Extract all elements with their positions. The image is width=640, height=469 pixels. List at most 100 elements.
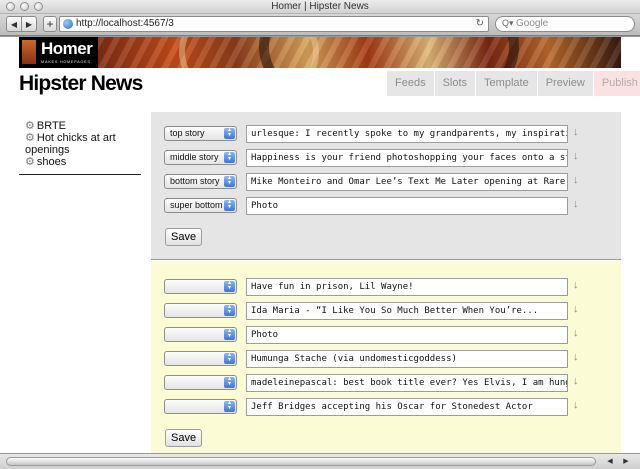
move-down-icon[interactable]: ↓ xyxy=(573,327,579,339)
add-bookmark-button[interactable]: + xyxy=(43,16,57,32)
tab-preview[interactable]: Preview xyxy=(536,71,593,96)
slot-select-value: middle story xyxy=(170,152,219,162)
window-title: Homer | Hipster News xyxy=(271,1,369,12)
slot-select-value: bottom story xyxy=(170,176,220,186)
move-down-icon[interactable]: ↓ xyxy=(573,174,579,186)
banner-decoration xyxy=(179,37,319,68)
select-arrows-icon: ▴ ▾ xyxy=(224,304,235,316)
select-arrows-icon: ▴ ▾ xyxy=(224,400,235,412)
scroll-left-icon[interactable]: ◀ xyxy=(604,456,616,467)
headline-field[interactable]: madeleinepascal: best book title ever? Y… xyxy=(246,374,568,392)
slot-select-value: top story xyxy=(170,128,205,138)
move-down-icon[interactable]: ↓ xyxy=(573,399,579,411)
header-banner: Homer MAKES HOMEPAGES xyxy=(19,37,621,68)
browser-toolbar: ◀ ▶ + http://localhost:4567/3 ↻ Q▾ Googl… xyxy=(0,14,640,36)
homer-logo[interactable]: Homer MAKES HOMEPAGES xyxy=(19,37,98,68)
headline-field[interactable]: urlesque: I recently spoke to my grandpa… xyxy=(246,125,568,143)
headline-field[interactable]: Photo xyxy=(246,326,568,344)
unassigned-stories-panel: ▴ ▾ Have fun in prison, Lil Wayne! ↓ ▴ ▾ I… xyxy=(151,261,621,453)
gear-icon: ⚙ xyxy=(25,156,35,168)
slot-select[interactable]: ▴ ▾ xyxy=(164,279,237,294)
headline-field[interactable]: Humunga Stache (via undomesticgoddess) xyxy=(246,350,568,368)
select-arrows-icon: ▴ ▾ xyxy=(224,151,235,163)
save-unassigned-button[interactable]: Save xyxy=(165,429,203,447)
back-button[interactable]: ◀ xyxy=(6,16,22,32)
sidebar-item-brte[interactable]: ⚙ BRTE xyxy=(25,120,141,132)
gear-icon: ⚙ xyxy=(25,120,35,132)
slot-select[interactable]: ▴ ▾ xyxy=(164,303,237,318)
horizontal-scrollbar[interactable]: ◀ ▶ xyxy=(0,453,640,469)
reload-icon[interactable]: ↻ xyxy=(476,18,484,29)
move-down-icon[interactable]: ↓ xyxy=(573,198,579,210)
sidebar-item-label: Hot chicks at art openings xyxy=(25,132,116,156)
slot-row: middle story ▴ ▾ Happiness is your friend … xyxy=(164,149,614,168)
search-placeholder: Google xyxy=(516,18,549,29)
tab-template[interactable]: Template xyxy=(475,71,537,96)
sidebar-item-label: BRTE xyxy=(36,120,67,132)
sidebar-item-hot-chicks[interactable]: ⚙ Hot chicks at art openings xyxy=(25,132,141,156)
slot-row: top story ▴ ▾ urlesque: I recently spoke t… xyxy=(164,125,614,144)
slot-row: super bottom ▴ ▾ Photo ↓ xyxy=(164,197,614,216)
select-arrows-icon: ▴ ▾ xyxy=(224,280,235,292)
headline-field[interactable]: Happiness is your friend photoshopping y… xyxy=(246,149,568,167)
main-nav: Feeds Slots Template Preview Publish xyxy=(386,71,640,96)
move-down-icon[interactable]: ↓ xyxy=(573,126,579,138)
story-row: ▴ ▾ madeleinepascal: best book title ever… xyxy=(164,374,614,393)
gear-icon: ⚙ xyxy=(25,132,35,144)
forward-button[interactable]: ▶ xyxy=(21,16,37,32)
select-arrows-icon: ▴ ▾ xyxy=(224,328,235,340)
move-down-icon[interactable]: ↓ xyxy=(573,375,579,387)
select-arrows-icon: ▴ ▾ xyxy=(224,352,235,364)
page-title: Hipster News xyxy=(19,72,143,95)
story-row: ▴ ▾ Photo ↓ xyxy=(164,326,614,345)
slot-row: bottom story ▴ ▾ Mike Monteiro and Omar Le… xyxy=(164,173,614,192)
story-row: ▴ ▾ Jeff Bridges accepting his Oscar for … xyxy=(164,398,614,417)
select-arrows-icon: ▴ ▾ xyxy=(224,199,235,211)
save-assigned-button[interactable]: Save xyxy=(165,228,203,246)
assigned-slots-panel: top story ▴ ▾ urlesque: I recently spoke t… xyxy=(151,112,621,260)
forward-icon: ▶ xyxy=(25,19,33,29)
slot-select[interactable]: super bottom ▴ ▾ xyxy=(164,198,237,213)
slot-select[interactable]: bottom story ▴ ▾ xyxy=(164,174,237,189)
tab-publish[interactable]: Publish xyxy=(592,71,640,96)
slot-select[interactable]: ▴ ▾ xyxy=(164,375,237,390)
address-text[interactable]: http://localhost:4567/3 xyxy=(76,18,174,29)
scrollbar-thumb[interactable] xyxy=(6,457,596,466)
tab-slots[interactable]: Slots xyxy=(433,71,476,96)
slot-select[interactable]: ▴ ▾ xyxy=(164,399,237,414)
select-arrows-icon: ▴ ▾ xyxy=(224,376,235,388)
move-down-icon[interactable]: ↓ xyxy=(573,279,579,291)
window-titlebar: Homer | Hipster News xyxy=(0,0,640,14)
page-content: Homer MAKES HOMEPAGES Hipster News Feeds… xyxy=(0,37,640,453)
story-row: ▴ ▾ Humunga Stache (via undomesticgoddess… xyxy=(164,350,614,369)
move-down-icon[interactable]: ↓ xyxy=(573,150,579,162)
plus-icon: + xyxy=(46,17,54,31)
tab-feeds[interactable]: Feeds xyxy=(386,71,434,96)
slot-select[interactable]: ▴ ▾ xyxy=(164,351,237,366)
select-arrows-icon: ▴ ▾ xyxy=(224,175,235,187)
logo-mark-icon xyxy=(22,40,36,64)
search-field[interactable]: Q▾ Google xyxy=(495,16,635,32)
headline-field[interactable]: Photo xyxy=(246,197,568,215)
slot-select[interactable]: ▴ ▾ xyxy=(164,327,237,342)
slot-select-value: super bottom xyxy=(170,200,223,210)
search-icon: Q▾ xyxy=(502,18,514,28)
move-down-icon[interactable]: ↓ xyxy=(573,351,579,363)
back-icon: ◀ xyxy=(10,19,18,29)
story-row: ▴ ▾ Have fun in prison, Lil Wayne! ↓ xyxy=(164,278,614,297)
slot-select[interactable]: top story ▴ ▾ xyxy=(164,126,237,141)
globe-icon xyxy=(63,19,73,29)
logo-subtitle: MAKES HOMEPAGES xyxy=(41,59,91,64)
address-bar[interactable]: http://localhost:4567/3 ↻ xyxy=(59,16,489,32)
select-arrows-icon: ▴ ▾ xyxy=(224,127,235,139)
scroll-right-icon[interactable]: ▶ xyxy=(620,456,632,467)
sidebar-item-shoes[interactable]: ⚙ shoes xyxy=(25,156,141,168)
headline-field[interactable]: Have fun in prison, Lil Wayne! xyxy=(246,278,568,296)
feeds-sidebar: ⚙ BRTE ⚙ Hot chicks at art openings ⚙ shoes xyxy=(19,112,141,175)
slot-select[interactable]: middle story ▴ ▾ xyxy=(164,150,237,165)
headline-field[interactable]: Ida Maria - “I Like You So Much Better W… xyxy=(246,302,568,320)
headline-field[interactable]: Mike Monteiro and Omar Lee’s Text Me Lat… xyxy=(246,173,568,191)
story-row: ▴ ▾ Ida Maria - “I Like You So Much Bette… xyxy=(164,302,614,321)
move-down-icon[interactable]: ↓ xyxy=(573,303,579,315)
headline-field[interactable]: Jeff Bridges accepting his Oscar for Sto… xyxy=(246,398,568,416)
